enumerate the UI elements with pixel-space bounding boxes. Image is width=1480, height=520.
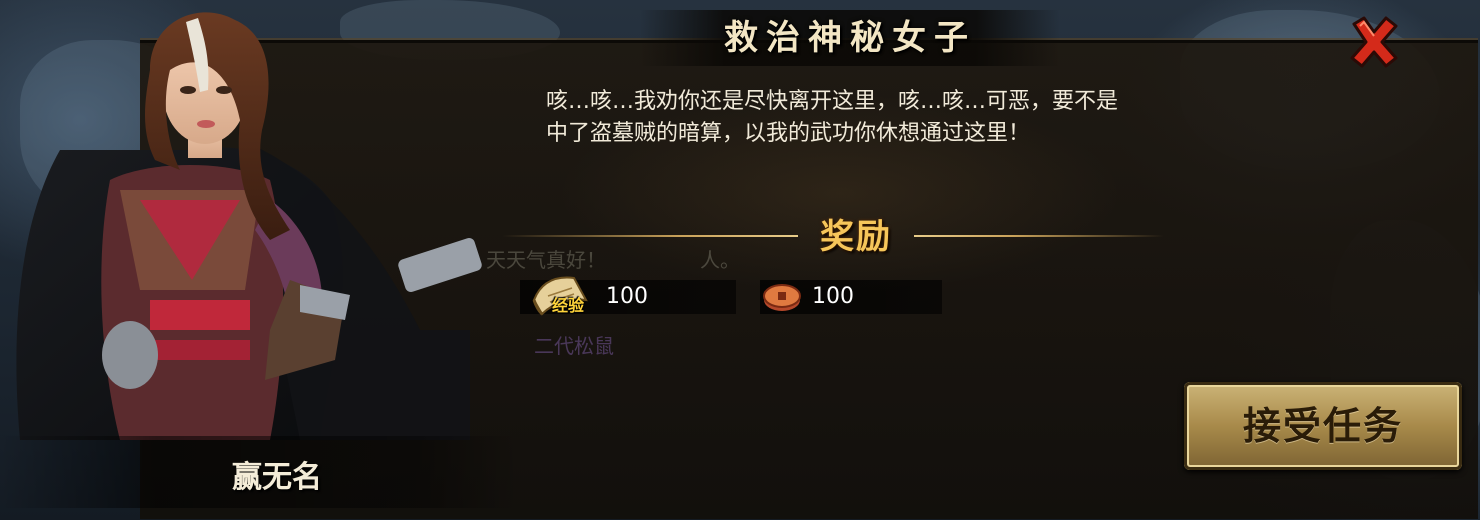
quest-title: 救治神秘女子 — [724, 18, 976, 58]
reward-exp-value: 100 — [606, 284, 648, 309]
npc-portrait — [16, 12, 482, 440]
dialogue-line: 中了盗墓贼的暗算，以我的武功你休想通过这里！ — [546, 121, 1031, 146]
quest-dialogue: 咳…咳…我劝你还是尽快离开这里，咳…咳…可恶，要不是 中了盗墓贼的暗算，以我的武… — [546, 86, 1246, 150]
accept-quest-button[interactable]: 接受任务 — [1184, 382, 1462, 470]
background-player-name: 二代松鼠 — [534, 334, 614, 358]
reward-divider-left — [502, 235, 798, 237]
dialogue-line: 咳…咳…我劝你还是尽快离开这里，咳…咳…可恶，要不是 — [546, 89, 1119, 114]
reward-heading: 奖励 — [820, 217, 892, 257]
close-x-icon[interactable] — [1346, 14, 1402, 70]
reward-exp-tag: 经验 — [552, 296, 585, 315]
accept-quest-label: 接受任务 — [1242, 404, 1403, 448]
reward-coin-value: 100 — [812, 284, 854, 309]
npc-name: 赢无名 — [232, 460, 322, 495]
background-chat-text: 人。 — [700, 248, 740, 272]
reward-divider-right — [914, 235, 1164, 237]
coin-icon — [763, 284, 801, 311]
